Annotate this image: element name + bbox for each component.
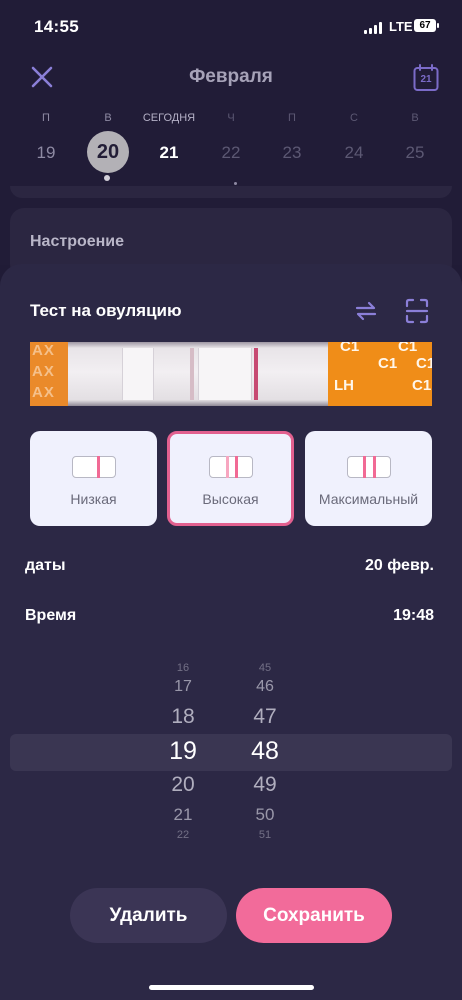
- option-label: Максимальный: [318, 491, 419, 507]
- card-dot: [234, 182, 237, 185]
- battery-icon: 67: [414, 19, 439, 32]
- minute-option[interactable]: 51: [235, 829, 295, 841]
- mood-card-title: Настроение: [30, 233, 125, 250]
- day-cell[interactable]: С 24: [327, 110, 381, 163]
- hour-option[interactable]: 20: [153, 773, 213, 797]
- option-label: Низкая: [70, 491, 117, 507]
- calendar-day-number: 21: [420, 74, 432, 85]
- date-value[interactable]: 20 февр.: [365, 557, 434, 575]
- previous-card-edge: [10, 186, 452, 198]
- strip-mark: C1: [412, 377, 432, 394]
- strip-mark: AX: [32, 363, 55, 380]
- hour-option[interactable]: 22: [153, 829, 213, 841]
- hour-selected[interactable]: 19: [153, 737, 213, 766]
- save-button[interactable]: Сохранить: [236, 888, 392, 943]
- hour-option[interactable]: 17: [153, 678, 213, 696]
- day-letter: СЕГОДНЯ: [142, 112, 196, 124]
- strip-mark: AX: [32, 384, 55, 401]
- time-value[interactable]: 19:48: [393, 607, 434, 625]
- day-number: 25: [405, 143, 425, 162]
- swap-arrows-icon: [355, 301, 377, 321]
- strip-well: [122, 348, 154, 400]
- day-cell[interactable]: В 25: [388, 110, 442, 163]
- status-time: 14:55: [34, 17, 79, 36]
- strip-mark: C1: [416, 355, 432, 372]
- day-letter: В: [411, 112, 419, 124]
- day-number: 19: [36, 143, 56, 162]
- strip-left-label-area: AX AX AX: [30, 342, 68, 406]
- minute-option[interactable]: 47: [235, 705, 295, 729]
- day-letter: С: [350, 112, 358, 124]
- scan-button[interactable]: [405, 298, 429, 324]
- hour-option[interactable]: 21: [153, 805, 213, 825]
- day-number: 22: [221, 143, 241, 162]
- option-low[interactable]: Низкая: [30, 431, 157, 526]
- scan-icon: [405, 298, 429, 324]
- day-cell-today[interactable]: СЕГОДНЯ 21: [142, 110, 196, 163]
- minute-option[interactable]: 50: [235, 805, 295, 825]
- strip-right-label-area: C1 C1 LH C1 C1 C1: [328, 342, 432, 406]
- strip-mark: C1: [340, 342, 360, 355]
- option-peak[interactable]: Максимальный: [305, 431, 432, 526]
- day-letter: П: [42, 112, 50, 124]
- strip-control-line: [254, 348, 258, 400]
- day-number: 23: [282, 143, 302, 162]
- month-title: Февраля: [189, 66, 273, 87]
- day-cell[interactable]: Ч 22: [204, 110, 258, 163]
- strip-mark: LH: [334, 377, 354, 394]
- minute-selected[interactable]: 48: [235, 737, 295, 766]
- mini-strip-icon: [71, 456, 116, 478]
- day-cell[interactable]: П 23: [265, 110, 319, 163]
- status-bar: 14:55 LTE 67: [0, 0, 462, 50]
- day-number: 24: [344, 143, 364, 162]
- network-label: LTE: [389, 19, 413, 34]
- selected-day-number[interactable]: 20: [87, 131, 129, 173]
- day-letter: П: [288, 112, 296, 124]
- time-label: Время: [25, 607, 77, 624]
- date-label: даты: [25, 557, 66, 574]
- strip-mark: AX: [32, 342, 55, 359]
- sheet-title: Тест на овуляцию: [30, 301, 182, 320]
- strip-test-line: [190, 348, 194, 400]
- hour-option[interactable]: 18: [153, 705, 213, 729]
- swap-button[interactable]: [354, 299, 378, 323]
- delete-button[interactable]: Удалить: [70, 888, 227, 943]
- mini-strip-icon: [346, 456, 391, 478]
- home-indicator[interactable]: [149, 985, 314, 990]
- hour-option[interactable]: 16: [153, 662, 213, 674]
- calendar-button[interactable]: 21: [413, 64, 439, 92]
- strip-mark: C1: [378, 355, 398, 372]
- mini-strip-icon: [208, 456, 253, 478]
- test-strip-photo: AX AX AX C1 C1 LH C1 C1 C1: [30, 342, 432, 406]
- minute-option[interactable]: 49: [235, 773, 295, 797]
- signal-icon: [364, 22, 384, 34]
- selected-day-dot: [104, 175, 110, 181]
- option-high[interactable]: Высокая: [167, 431, 294, 526]
- minute-option[interactable]: 45: [235, 662, 295, 674]
- option-label: Высокая: [202, 491, 259, 507]
- time-picker-selection-band: [10, 734, 452, 771]
- day-letter: В: [104, 112, 112, 124]
- minute-option[interactable]: 46: [235, 678, 295, 696]
- day-letter: Ч: [227, 112, 235, 124]
- day-cell-selected[interactable]: В: [81, 110, 135, 126]
- day-number: 21: [159, 143, 179, 162]
- day-cell[interactable]: П 19: [19, 110, 73, 163]
- strip-well: [198, 348, 252, 400]
- strip-mark: C1: [398, 342, 418, 355]
